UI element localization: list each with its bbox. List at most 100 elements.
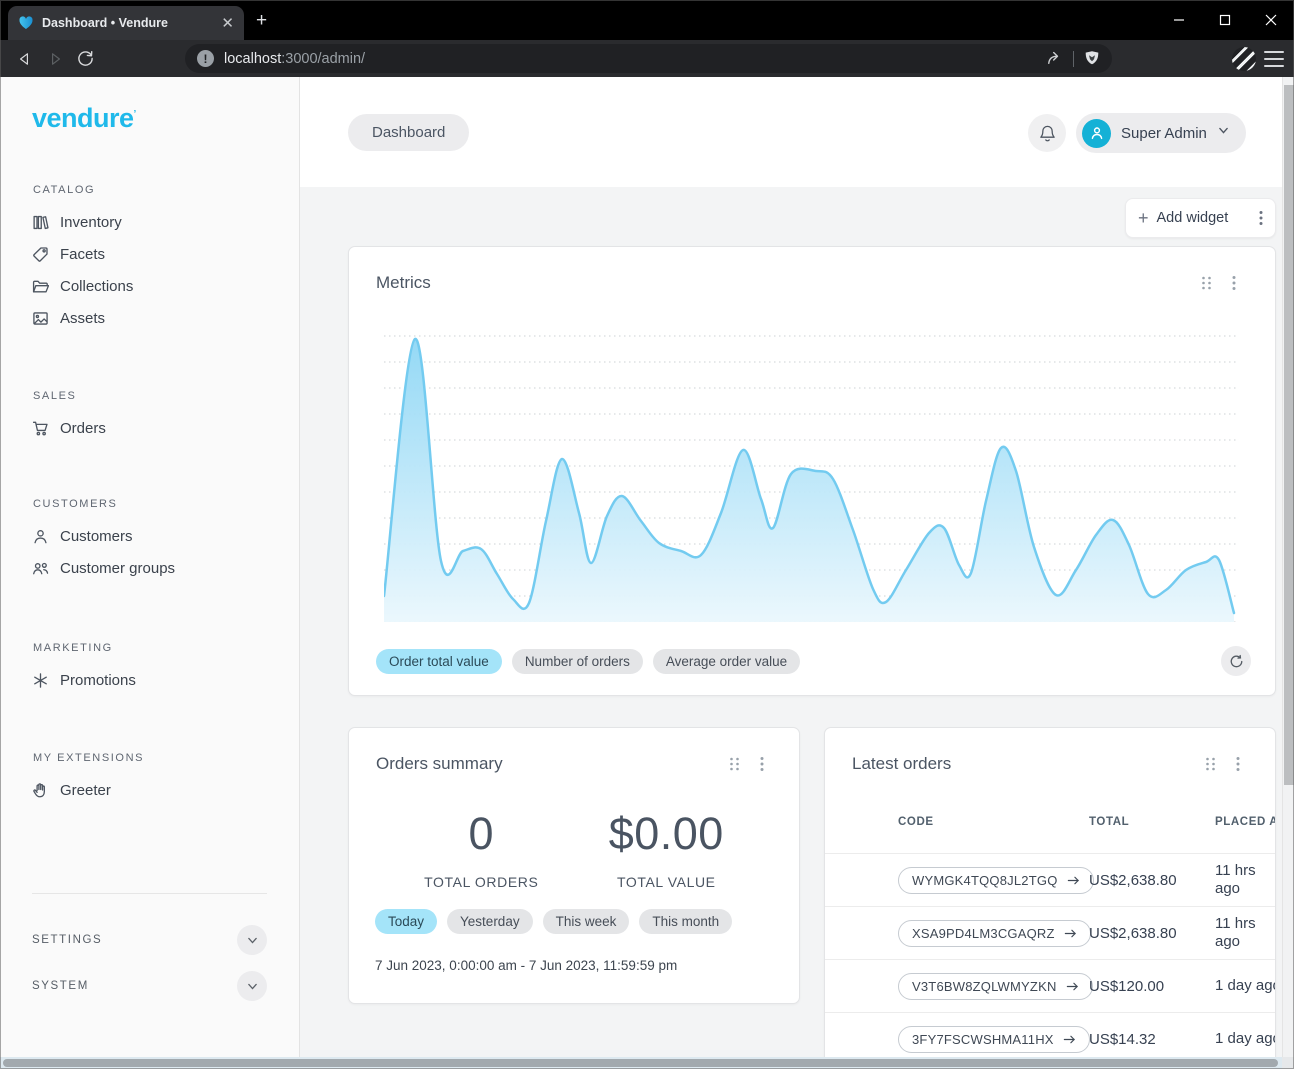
maximize-icon[interactable]: [1202, 0, 1248, 40]
section-header-catalog: CATALOG: [33, 184, 299, 196]
back-icon[interactable]: [10, 44, 40, 74]
vendure-logo[interactable]: vendure’: [32, 103, 299, 134]
browser-tab[interactable]: Dashboard • Vendure ✕: [8, 6, 244, 40]
horizontal-scrollbar[interactable]: [0, 1057, 1282, 1069]
user-name: Super Admin: [1121, 125, 1207, 142]
brave-shield-icon[interactable]: [1084, 50, 1100, 67]
tab-title: Dashboard • Vendure: [42, 16, 213, 30]
add-widget-button[interactable]: + Add widget: [1125, 198, 1276, 238]
kebab-menu-icon[interactable]: [1232, 275, 1236, 291]
tab-this-month[interactable]: This month: [639, 909, 732, 934]
users-icon: [32, 560, 49, 577]
order-placed-at: 11 hrs ago: [1215, 915, 1276, 950]
table-header-row: CODE TOTAL PLACED AT: [825, 816, 1276, 853]
widget-title: Orders summary: [376, 754, 503, 774]
inventory-book-icon: [32, 214, 49, 231]
profile-avatar[interactable]: [1232, 47, 1256, 71]
section-header-marketing: MARKETING: [33, 642, 299, 654]
cart-icon: [32, 420, 49, 437]
section-header-sales: SALES: [33, 390, 299, 402]
tab-number-of-orders[interactable]: Number of orders: [512, 649, 643, 674]
menu-icon[interactable]: [1262, 48, 1286, 70]
vertical-scrollbar-thumb[interactable]: [1284, 85, 1294, 785]
sidebar-item-orders[interactable]: Orders: [0, 412, 299, 444]
address-bar[interactable]: ! localhost:3000/admin/: [185, 44, 1112, 73]
section-header-my-extensions: MY EXTENSIONS: [33, 752, 299, 764]
metric-tabs: Order total value Number of orders Avera…: [376, 649, 800, 674]
user-menu[interactable]: Super Admin: [1076, 113, 1246, 153]
hand-icon: [32, 782, 49, 799]
sidebar-item-system[interactable]: SYSTEM: [32, 968, 267, 1004]
drag-handle-icon[interactable]: [1201, 275, 1212, 291]
orders-summary-widget: Orders summary 0 TOTAL ORDERS $0.00 TOTA…: [348, 727, 800, 1004]
notifications-button[interactable]: [1028, 114, 1066, 152]
metrics-chart: [384, 331, 1236, 622]
widget-title: Latest orders: [852, 754, 951, 774]
browser-window: Dashboard • Vendure ✕ + ! localhost:3000…: [0, 0, 1294, 1069]
sidebar-item-greeter[interactable]: Greeter: [0, 774, 299, 806]
order-code-link[interactable]: 3FY7FSCWSHMA11HX: [898, 1026, 1090, 1053]
bell-icon: [1038, 124, 1057, 143]
table-row: WYMGK4TQQ8JL2TGQ US$2,638.80 11 hrs ago: [825, 853, 1276, 906]
table-row: XSA9PD4LM3CGAQRZ US$2,638.80 11 hrs ago: [825, 906, 1276, 959]
tab-average-order-value[interactable]: Average order value: [653, 649, 800, 674]
arrow-right-icon: [1064, 927, 1077, 940]
tab-yesterday[interactable]: Yesterday: [447, 909, 533, 934]
tab-this-week[interactable]: This week: [543, 909, 630, 934]
kebab-menu-icon[interactable]: [760, 756, 764, 772]
plus-icon: +: [1138, 209, 1149, 227]
window-controls: [1156, 0, 1294, 40]
order-placed-at: 1 day ago: [1215, 977, 1276, 995]
kebab-menu-icon[interactable]: [1259, 210, 1263, 226]
arrow-right-icon: [1066, 980, 1079, 993]
horizontal-scrollbar-thumb[interactable]: [3, 1059, 1278, 1067]
user-icon: [1089, 125, 1105, 141]
section-header-customers: CUSTOMERS: [33, 498, 299, 510]
chevron-down-icon: [1217, 124, 1230, 142]
kebab-menu-icon[interactable]: [1236, 756, 1240, 772]
tab-close-icon[interactable]: ✕: [221, 16, 234, 31]
total-value-label: TOTAL VALUE: [609, 874, 724, 890]
sidebar-item-collections[interactable]: Collections: [0, 270, 299, 302]
share-icon[interactable]: [1046, 50, 1063, 67]
tab-order-total-value[interactable]: Order total value: [376, 649, 502, 674]
column-header-code: CODE: [898, 816, 1089, 828]
sidebar-item-customer-groups[interactable]: Customer groups: [0, 552, 299, 584]
sidebar-item-assets[interactable]: Assets: [0, 302, 299, 334]
forward-icon[interactable]: [40, 44, 70, 74]
metrics-chart-area: [384, 331, 1236, 622]
drag-handle-icon[interactable]: [729, 756, 740, 772]
site-info-icon[interactable]: !: [197, 50, 214, 67]
total-value-value: $0.00: [609, 808, 724, 860]
refresh-icon: [1229, 654, 1244, 669]
tab-today[interactable]: Today: [375, 909, 437, 934]
minimize-icon[interactable]: [1156, 0, 1202, 40]
refresh-button[interactable]: [1221, 646, 1251, 676]
sidebar: vendure’ CATALOG Inventory Facets Collec…: [0, 77, 300, 1069]
widget-title: Metrics: [376, 273, 431, 293]
total-orders-stat: 0 TOTAL ORDERS: [424, 808, 538, 890]
new-tab-icon[interactable]: +: [256, 11, 267, 30]
close-window-icon[interactable]: [1248, 0, 1294, 40]
reload-icon[interactable]: [70, 44, 100, 74]
avatar: [1082, 119, 1111, 148]
breadcrumb[interactable]: Dashboard: [348, 114, 469, 151]
sidebar-item-customers[interactable]: Customers: [0, 520, 299, 552]
order-code-link[interactable]: WYMGK4TQQ8JL2TGQ: [898, 867, 1094, 894]
column-header-placed-at: PLACED AT: [1215, 816, 1276, 830]
order-placed-at: 1 day ago: [1215, 1030, 1276, 1048]
table-row: V3T6BW8ZQLWMYZKN US$120.00 1 day ago: [825, 959, 1276, 1012]
chevron-down-icon[interactable]: [237, 971, 267, 1001]
sidebar-item-inventory[interactable]: Inventory: [0, 206, 299, 238]
sidebar-item-promotions[interactable]: Promotions: [0, 664, 299, 696]
order-code-link[interactable]: V3T6BW8ZQLWMYZKN: [898, 973, 1093, 1000]
scrollbar-corner: [1282, 1057, 1294, 1069]
order-code-link[interactable]: XSA9PD4LM3CGAQRZ: [898, 920, 1091, 947]
total-value-stat: $0.00 TOTAL VALUE: [609, 808, 724, 890]
sidebar-item-settings[interactable]: SETTINGS: [32, 922, 267, 958]
drag-handle-icon[interactable]: [1205, 756, 1216, 772]
chevron-down-icon[interactable]: [237, 925, 267, 955]
user-icon: [32, 528, 49, 545]
vertical-scrollbar[interactable]: [1282, 77, 1294, 1069]
sidebar-item-facets[interactable]: Facets: [0, 238, 299, 270]
